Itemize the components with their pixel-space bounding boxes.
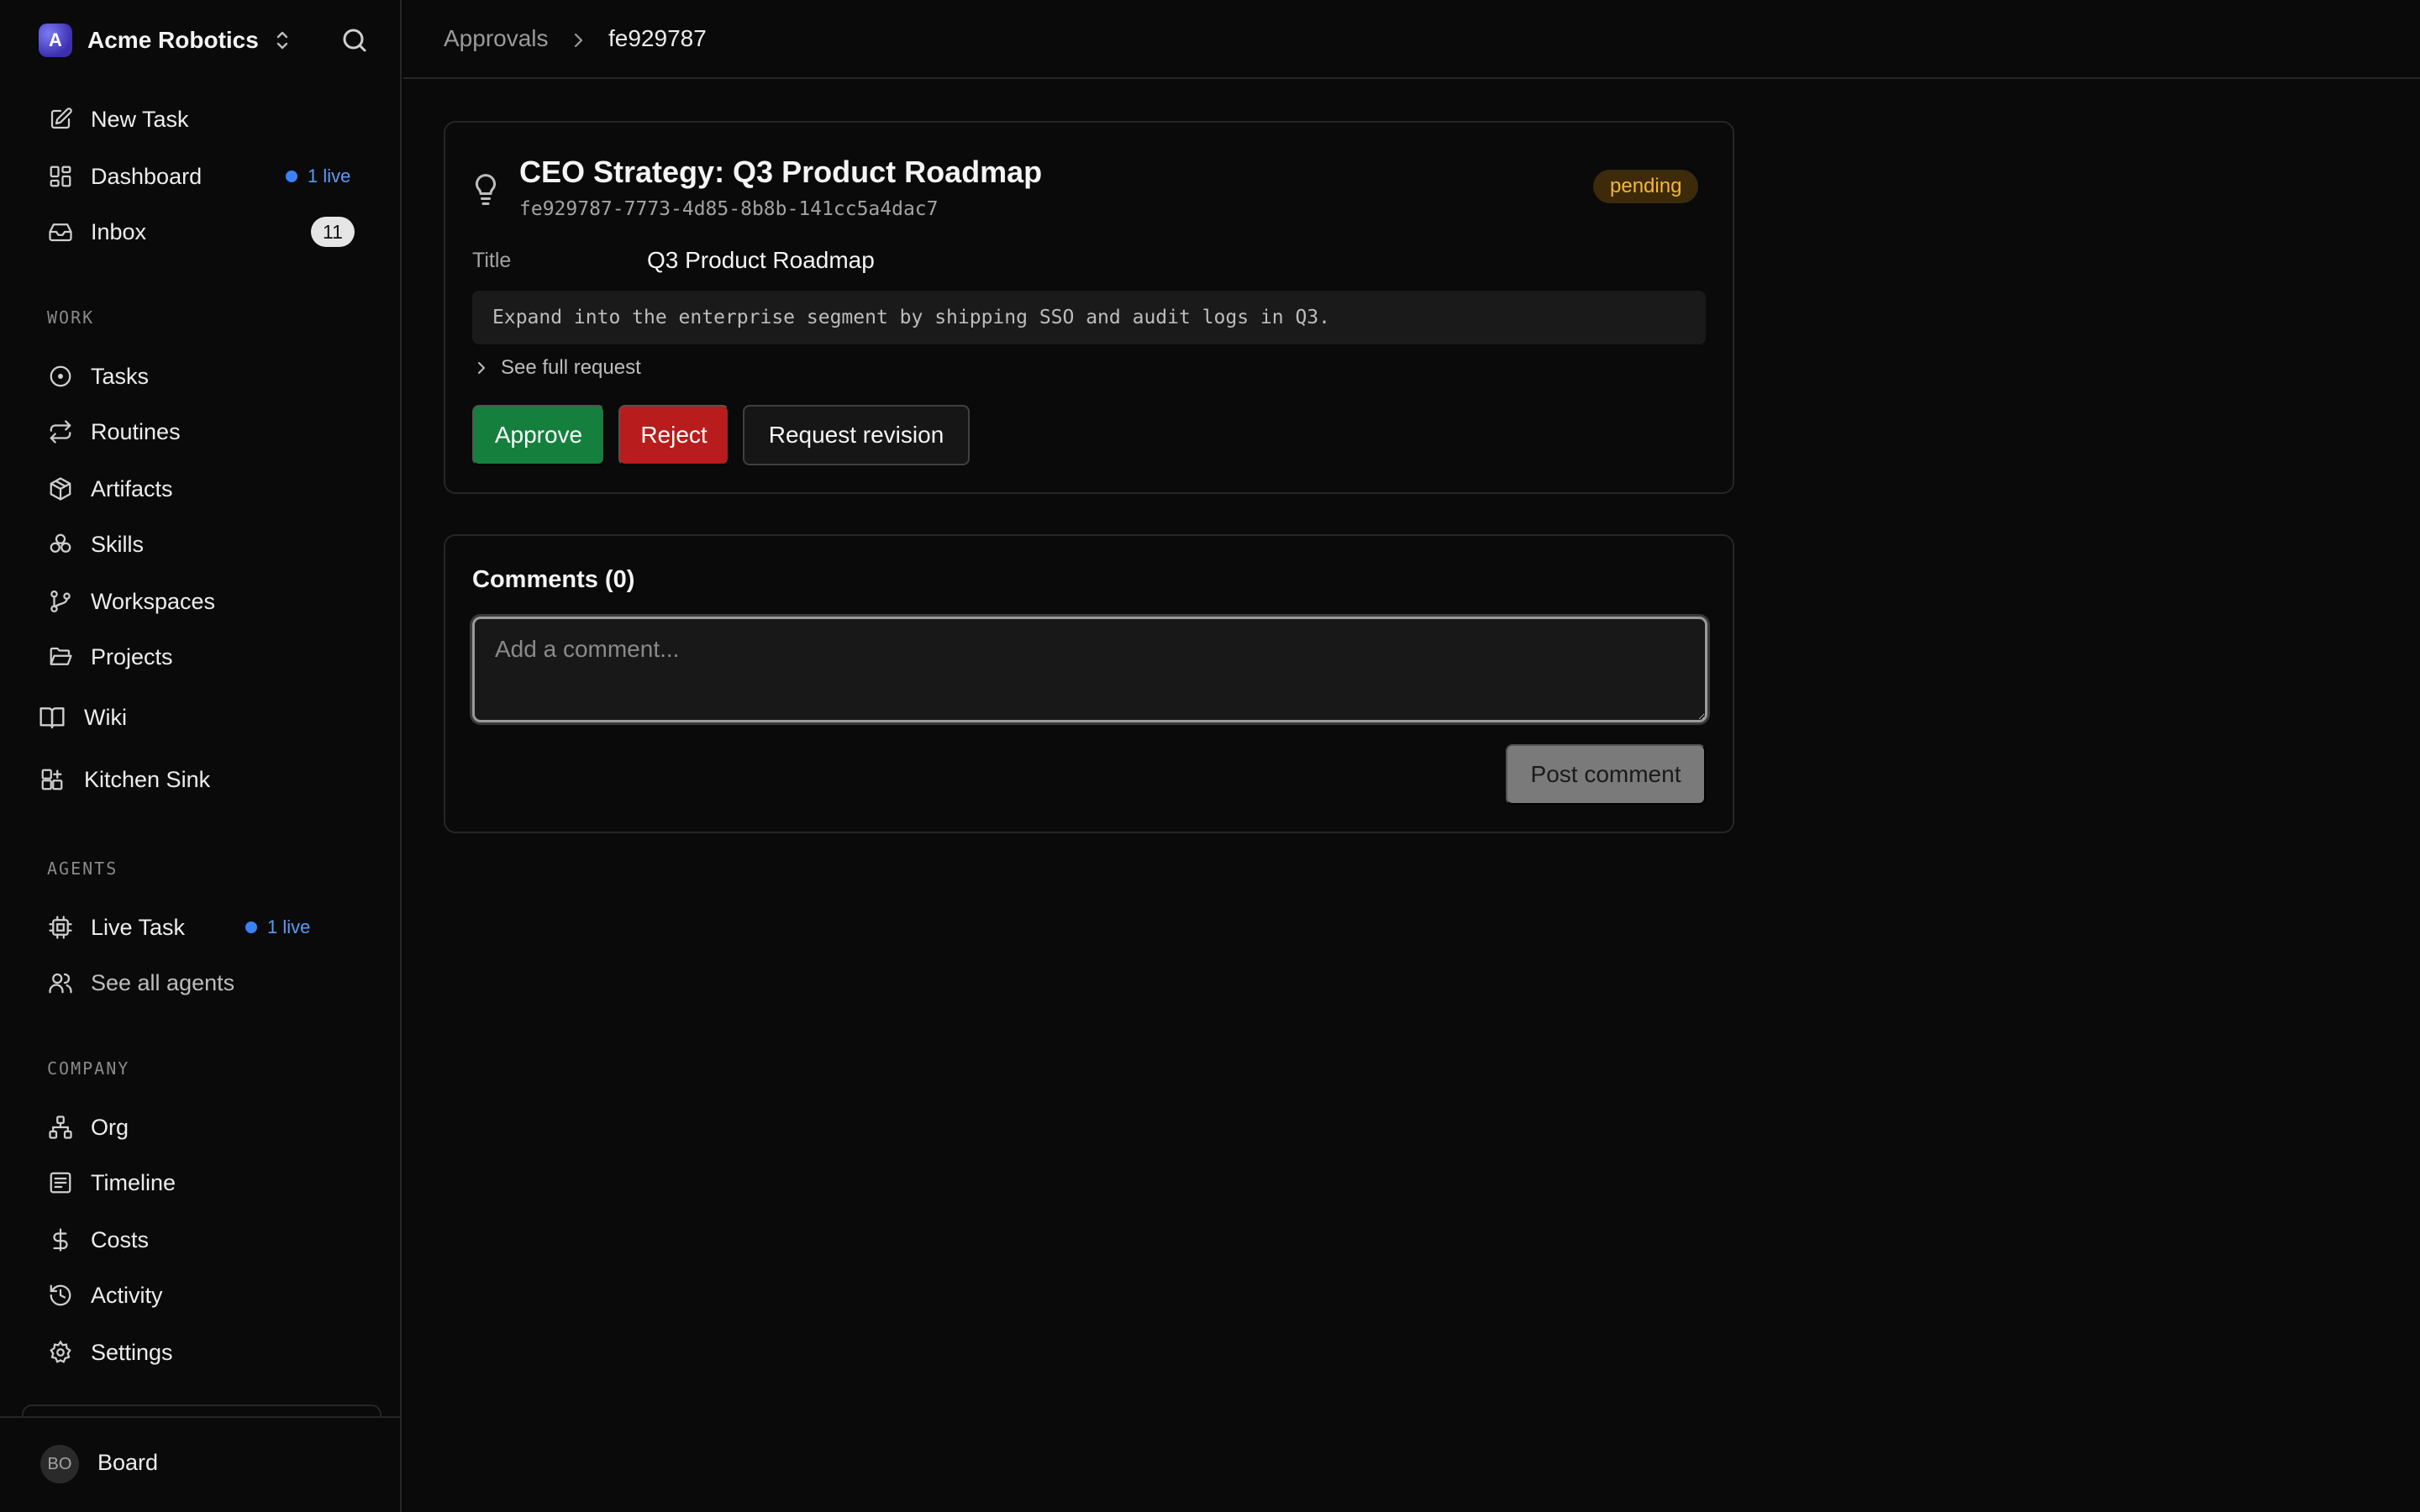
cpu-icon: [47, 914, 74, 941]
gear-icon: [47, 1339, 74, 1366]
pencil-square-icon: [47, 106, 74, 133]
reject-button[interactable]: Reject: [618, 405, 729, 465]
workspace-switcher[interactable]: A Acme Robotics: [39, 24, 292, 57]
sidebar-item-label: See all agents: [91, 969, 235, 995]
sidebar-item-inbox[interactable]: Inbox 11: [47, 213, 366, 250]
live-dot: [286, 171, 297, 182]
sidebar-item-label: Routines: [91, 418, 181, 444]
sidebar-item-label: Dashboard: [91, 163, 203, 189]
timeline-icon: [47, 1169, 74, 1196]
sidebar-item-label: Costs: [91, 1226, 150, 1252]
org-chart-icon: [47, 1114, 74, 1141]
sidebar-item-label: New Task: [91, 106, 189, 132]
dashboard-grid-icon: [47, 163, 74, 190]
folder-open-icon: [47, 643, 74, 670]
approval-title: CEO Strategy: Q3 Product Roadmap: [519, 155, 1043, 189]
sidebar-item-tasks[interactable]: Tasks: [47, 358, 366, 395]
chevrons-up-down-icon: [276, 31, 288, 50]
comment-input[interactable]: [472, 617, 1707, 722]
inbox-count-badge: 11: [311, 217, 355, 247]
avatar[interactable]: BO: [40, 1445, 79, 1483]
breadcrumb-current: fe929787: [608, 25, 707, 51]
sidebar-item-artifacts[interactable]: Artifacts: [47, 470, 366, 507]
repeat-icon: [47, 418, 74, 445]
approve-button[interactable]: Approve: [472, 405, 605, 465]
approval-id: fe929787-7773-4d85-8b8b-141cc5a4dac7: [519, 198, 939, 220]
brand-logo: A: [39, 24, 72, 57]
circle-dot-icon: [47, 363, 74, 390]
section-label-company: COMPANY: [47, 1058, 130, 1079]
request-revision-button[interactable]: Request revision: [743, 405, 970, 465]
sidebar-item-settings[interactable]: Settings: [47, 1334, 366, 1371]
lightbulb-icon: [476, 174, 496, 205]
section-label-agents: AGENTS: [47, 858, 118, 879]
live-indicator: 1 live: [286, 165, 350, 187]
sidebar-item-org[interactable]: Org: [47, 1109, 366, 1146]
title-field-label: Title: [472, 249, 512, 272]
sidebar-item-see-all-agents[interactable]: See all agents: [47, 964, 366, 1001]
sidebar-item-label: Org: [91, 1114, 129, 1140]
sidebar-item-dashboard[interactable]: Dashboard 1 live: [47, 158, 366, 195]
sidebar-item-kitchen-sink[interactable]: Kitchen Sink: [39, 761, 358, 798]
breadcrumb-approvals[interactable]: Approvals: [444, 25, 549, 52]
footer-divider: [22, 1404, 381, 1416]
git-branch-icon: [47, 588, 74, 615]
sidebar-item-label: Projects: [91, 643, 173, 669]
sidebar-item-routines[interactable]: Routines: [47, 413, 366, 450]
sidebar-item-label: Skills: [91, 531, 145, 557]
user-name[interactable]: Board: [97, 1450, 158, 1476]
sidebar-item-timeline[interactable]: Timeline: [47, 1164, 366, 1201]
see-full-request-toggle[interactable]: See full request: [474, 356, 641, 380]
chevron-right-icon: [574, 33, 583, 48]
sidebar-item-projects[interactable]: Projects: [47, 638, 366, 675]
live-label: 1 live: [308, 165, 351, 186]
sidebar-item-label: Inbox: [91, 218, 147, 244]
live-dot: [245, 921, 257, 933]
title-field-value: Q3 Product Roadmap: [647, 247, 875, 273]
request-description: Expand into the enterprise segment by sh…: [472, 291, 1706, 344]
workspace-name: Acme Robotics: [87, 27, 259, 53]
sidebar-item-activity[interactable]: Activity: [47, 1277, 366, 1314]
skills-icon: [47, 531, 74, 558]
package-icon: [47, 475, 74, 502]
sidebar-item-label: Settings: [91, 1339, 173, 1365]
history-icon: [47, 1282, 74, 1309]
section-label-work: WORK: [47, 307, 95, 328]
sidebar-item-skills[interactable]: Skills: [47, 526, 366, 563]
status-badge: pending: [1593, 170, 1699, 203]
live-indicator: 1 live: [245, 916, 310, 938]
sidebar-item-wiki[interactable]: Wiki: [39, 699, 358, 736]
sidebar-item-label: Activity: [91, 1282, 163, 1308]
sidebar-item-label: Tasks: [91, 363, 150, 389]
chevron-right-icon: [478, 362, 485, 374]
sidebar-item-label: Workspaces: [91, 588, 216, 614]
dollar-icon: [47, 1226, 74, 1253]
see-full-request-label: See full request: [501, 356, 641, 379]
comments-title: Comments (0): [472, 566, 635, 593]
sidebar-item-label: Live Task: [91, 914, 186, 940]
blocks-icon: [39, 766, 66, 793]
sidebar-item-label: Wiki: [84, 704, 127, 730]
sidebar-item-costs[interactable]: Costs: [47, 1221, 366, 1258]
sidebar-item-workspaces[interactable]: Workspaces: [47, 583, 366, 620]
sidebar: A Acme Robotics New Task Dashboard 1 liv…: [0, 0, 402, 1512]
live-label: 1 live: [267, 916, 311, 937]
sidebar-item-live-task[interactable]: Live Task 1 live: [47, 909, 366, 946]
search-icon[interactable]: [339, 25, 370, 55]
sidebar-item-label: Timeline: [91, 1169, 176, 1195]
sidebar-item-new-task[interactable]: New Task: [47, 101, 366, 138]
sidebar-item-label: Kitchen Sink: [84, 766, 211, 792]
inbox-icon: [47, 218, 74, 245]
sidebar-item-label: Artifacts: [91, 475, 173, 501]
users-icon: [47, 969, 74, 996]
post-comment-button[interactable]: Post comment: [1506, 744, 1706, 805]
book-icon: [39, 704, 66, 731]
